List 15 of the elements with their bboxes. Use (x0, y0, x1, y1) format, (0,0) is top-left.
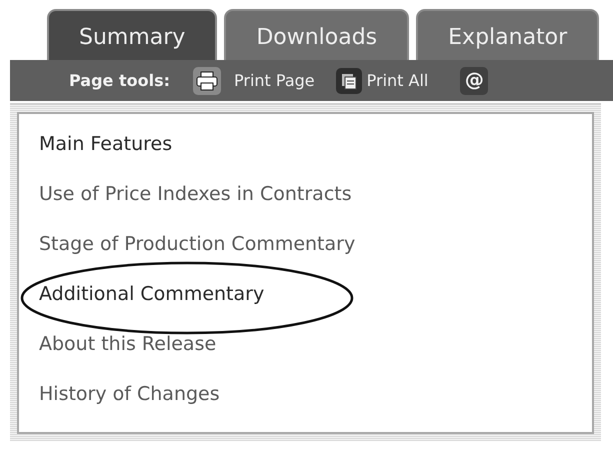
tool-link[interactable]: Print Page (192, 66, 315, 96)
menu-link[interactable]: Stage of Production Commentary (39, 230, 356, 258)
menu-link[interactable]: Use of Price Indexes in Contracts (39, 180, 352, 208)
tab[interactable]: Explanator (416, 9, 600, 60)
tab[interactable]: Downloads (224, 9, 410, 60)
tool-link[interactable]: Print All (334, 66, 428, 94)
menu-link[interactable]: About this Release (39, 330, 216, 358)
printer-icon (192, 66, 222, 96)
tab[interactable]: Summary (47, 9, 218, 60)
email-icon[interactable]: @ (460, 66, 488, 94)
menu-link[interactable]: Additional Commentary (39, 280, 264, 308)
menu-link[interactable]: Main Features (39, 130, 172, 158)
documents-icon (334, 66, 363, 94)
menu-link[interactable]: History of Changes (39, 380, 220, 408)
page-tools-label: Page tools: (69, 70, 170, 92)
